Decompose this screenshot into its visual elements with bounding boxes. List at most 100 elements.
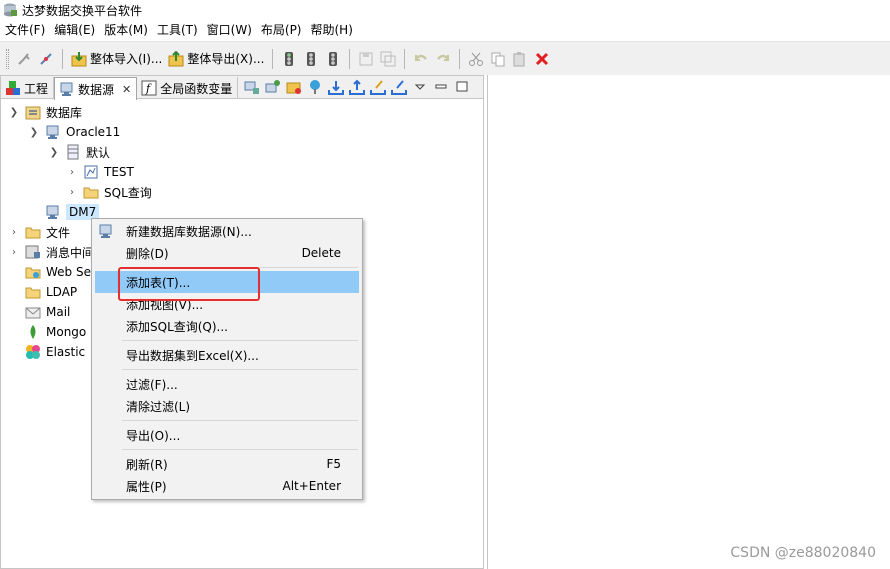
menu-tools[interactable]: 工具(T) <box>154 20 204 41</box>
import-all-label: 整体导入(I)... <box>90 52 163 66</box>
tree-node-sql-query[interactable]: › SQL查询 <box>67 182 152 202</box>
datasource-icon <box>59 81 75 97</box>
menu-item-delete[interactable]: 删除(D) Delete <box>95 242 359 264</box>
connect-button[interactable] <box>13 47 35 71</box>
menu-item-clear-filter[interactable]: 清除过滤(L) <box>95 395 359 417</box>
save-button[interactable] <box>355 47 377 71</box>
chevron-down-icon[interactable]: ❯ <box>49 147 59 158</box>
menu-item-properties[interactable]: 属性(P) Alt+Enter <box>95 475 359 497</box>
tree-node-file[interactable]: › 文件 <box>9 222 70 242</box>
delete-button[interactable] <box>531 47 553 71</box>
new-datasource-icon[interactable] <box>244 79 260 95</box>
pause-button[interactable] <box>300 47 322 71</box>
menu-item-export-excel[interactable]: 导出数据集到Excel(X)... <box>95 344 359 366</box>
tree-node-mongo[interactable]: Mongo <box>25 322 86 342</box>
menu-layout[interactable]: 布局(P) <box>258 20 308 41</box>
menu-item-label: 属性(P) <box>126 479 167 494</box>
menu-bar: 文件(F) 编辑(E) 版本(M) 工具(T) 窗口(W) 布局(P) 帮助(H… <box>0 20 890 41</box>
menu-item-label: 清除过滤(L) <box>126 399 191 414</box>
context-menu: 新建数据库数据源(N)... 删除(D) Delete 添加表(T)... 添加… <box>91 218 363 500</box>
tree-node-ldap[interactable]: LDAP <box>25 282 77 302</box>
disconnect-button[interactable] <box>35 47 57 71</box>
import-folder-icon <box>71 51 87 67</box>
toolbar-grip[interactable] <box>6 48 9 69</box>
chevron-down-icon[interactable]: ❯ <box>29 127 39 138</box>
tree-node-label: TEST <box>104 165 134 179</box>
webservice-icon <box>25 264 41 280</box>
menu-help[interactable]: 帮助(H) <box>308 20 359 41</box>
chevron-right-icon[interactable]: › <box>67 187 77 198</box>
menu-file[interactable]: 文件(F) <box>2 20 51 41</box>
tab-datasource[interactable]: 数据源 ✕ <box>54 77 138 100</box>
database-connection-icon <box>45 204 61 220</box>
tree-node-default-schema[interactable]: ❯ 默认 <box>49 142 110 162</box>
menu-item-filter[interactable]: 过滤(F)... <box>95 373 359 395</box>
copy-button[interactable] <box>487 47 509 71</box>
paste-button[interactable] <box>509 47 531 71</box>
menu-item-label: 过滤(F)... <box>126 377 178 392</box>
tree-node-label: Web Se <box>46 265 91 279</box>
menu-window[interactable]: 窗口(W) <box>204 20 258 41</box>
datasource-group-icon[interactable] <box>265 79 281 95</box>
toolbar-separator <box>459 48 461 69</box>
export-tray-alt-icon[interactable] <box>391 79 408 95</box>
undo-icon <box>413 51 429 67</box>
toolbar-separator <box>349 48 351 69</box>
save-icon <box>358 51 374 67</box>
chevron-right-icon[interactable]: › <box>9 227 19 238</box>
tab-global-functions[interactable]: f 全局函数变量 <box>137 77 239 99</box>
menu-item-refresh[interactable]: 刷新(R) F5 <box>95 453 359 475</box>
maximize-icon[interactable] <box>454 79 470 95</box>
tree-node-mail[interactable]: Mail <box>25 302 70 322</box>
tree-node-label: SQL查询 <box>104 185 152 200</box>
view-menu-icon[interactable] <box>412 79 428 95</box>
tree-node-webservice[interactable]: Web Se <box>25 262 91 282</box>
database-connection-icon <box>45 124 61 140</box>
minimize-icon[interactable] <box>433 79 449 95</box>
schema-icon <box>65 144 81 160</box>
save-all-button[interactable] <box>377 47 399 71</box>
redo-button[interactable] <box>432 47 454 71</box>
menu-item-label: 刷新(R) <box>126 457 168 472</box>
menu-edit[interactable]: 编辑(E) <box>51 20 101 41</box>
title-bar: 达梦数据交换平台软件 <box>0 0 890 20</box>
chevron-right-icon[interactable]: › <box>67 167 77 178</box>
toolbar: 整体导入(I)... 整体导出(X)... <box>0 41 890 75</box>
export-tray-icon[interactable] <box>349 79 366 95</box>
chevron-down-icon[interactable]: ❯ <box>9 107 19 118</box>
traffic-light-icon <box>281 51 297 67</box>
tree-node-test[interactable]: › TEST <box>67 162 134 182</box>
stop-button[interactable] <box>322 47 344 71</box>
globe-pin-icon[interactable] <box>307 79 323 95</box>
menu-item-add-sql-query[interactable]: 添加SQL查询(Q)... <box>95 315 359 337</box>
menu-version[interactable]: 版本(M) <box>101 20 154 41</box>
tree-node-database[interactable]: ❯ 数据库 <box>9 102 82 122</box>
function-icon: f <box>141 80 157 96</box>
tree-node-oracle[interactable]: ❯ Oracle11 <box>29 122 120 142</box>
export-all-button[interactable]: 整体导出(X)... <box>165 47 267 71</box>
close-icon[interactable]: ✕ <box>122 83 131 96</box>
menu-item-export[interactable]: 导出(O)... <box>95 424 359 446</box>
import-all-button[interactable]: 整体导入(I)... <box>68 47 165 71</box>
menu-item-label: 添加SQL查询(Q)... <box>126 319 229 334</box>
database-folder-icon <box>25 104 41 120</box>
menu-item-label: 导出(O)... <box>126 428 181 443</box>
import-tray-icon[interactable] <box>328 79 345 95</box>
tree-node-elastic[interactable]: Elastic <box>25 342 85 362</box>
scissors-icon <box>468 51 484 67</box>
run-button[interactable] <box>278 47 300 71</box>
chevron-right-icon[interactable]: › <box>9 247 19 258</box>
tree-node-label: LDAP <box>46 285 78 299</box>
menu-item-new-datasource[interactable]: 新建数据库数据源(N)... <box>95 220 359 242</box>
tree-node-label: 默认 <box>86 145 111 160</box>
tab-project[interactable]: 工程 <box>1 77 55 99</box>
import-tray-alt-icon[interactable] <box>370 79 387 95</box>
undo-button[interactable] <box>410 47 432 71</box>
folder-icon <box>83 184 99 200</box>
menu-item-label: 导出数据集到Excel(X)... <box>126 348 259 363</box>
window-title: 达梦数据交换平台软件 <box>22 3 143 18</box>
cut-button[interactable] <box>465 47 487 71</box>
folder-add-icon[interactable] <box>286 79 302 95</box>
toolbar-separator <box>272 48 274 69</box>
tree-node-label: Mongo <box>46 325 87 339</box>
